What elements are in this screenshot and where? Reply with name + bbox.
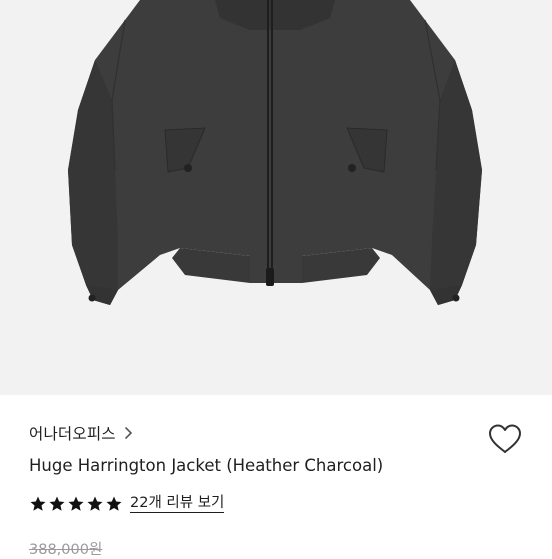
jacket-photo [68,0,482,305]
reviews-link[interactable]: 22개 리뷰 보기 [130,495,225,513]
product-image[interactable] [0,0,552,395]
brand-link[interactable]: 어나더오피스 [29,421,133,445]
chevron-right-icon [124,427,132,439]
star-icon [49,496,65,511]
heart-outline-icon[interactable] [487,423,523,455]
product-info: 어나더오피스 Huge Harrington Jacket (Heather C… [0,395,552,558]
rating-stars [29,495,123,513]
original-price: 388,000원 [29,542,103,558]
star-icon [68,496,84,511]
star-icon [106,496,122,511]
star-icon [87,496,103,511]
product-title: Huge Harrington Jacket (Heather Charcoal… [29,456,384,475]
star-icon [30,496,46,511]
brand-name[interactable]: 어나더오피스 [29,422,116,444]
rating-row: 22개 리뷰 보기 [29,495,225,513]
